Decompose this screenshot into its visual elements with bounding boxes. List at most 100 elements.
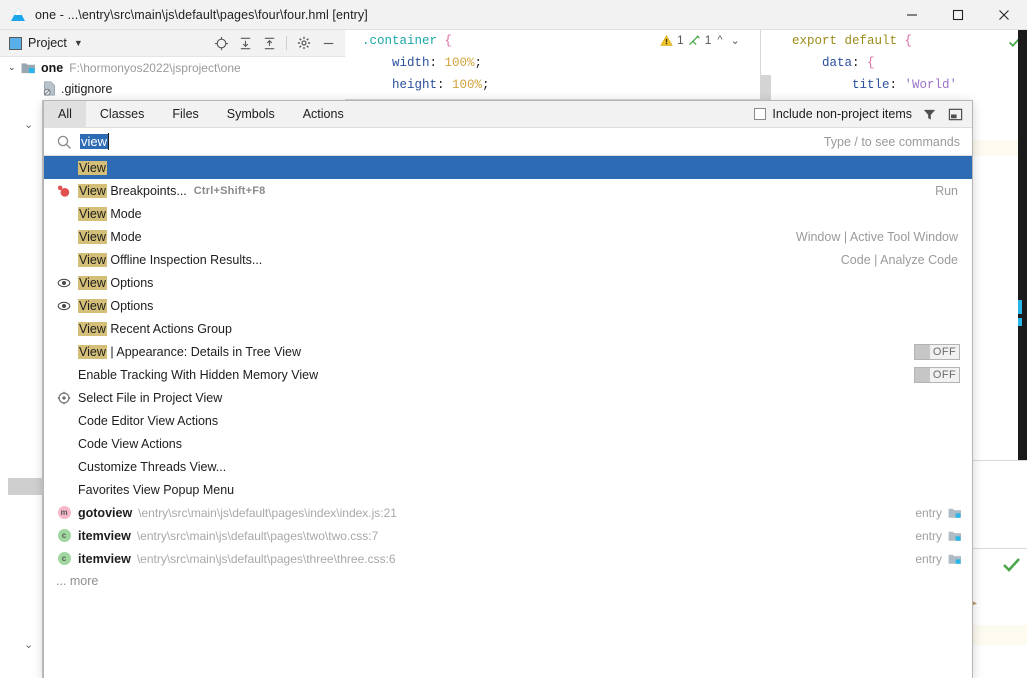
search-result-row[interactable]: View Breakpoints... Ctrl+Shift+F8 Run: [44, 179, 972, 202]
module-label: entry: [915, 528, 942, 543]
row-icon-placeholder: [56, 252, 72, 268]
locate-file-icon[interactable]: [210, 32, 232, 54]
search-result-file-row[interactable]: c itemview \entry\src\main\js\default\page…: [44, 547, 972, 570]
code-token: width: [362, 56, 430, 70]
search-result-row[interactable]: View: [44, 156, 972, 179]
next-problem-icon[interactable]: ⌄: [729, 34, 742, 47]
tab-files[interactable]: Files: [158, 101, 212, 128]
code-line: height: 100%;: [345, 74, 760, 96]
tree-node[interactable]: .gitignore: [0, 78, 345, 99]
module-folder-icon: [21, 61, 36, 74]
search-result-label: View Recent Actions Group: [78, 321, 232, 336]
tab-actions[interactable]: Actions: [289, 101, 358, 128]
tree-node-label: one: [41, 60, 64, 75]
collapse-all-icon[interactable]: [258, 32, 280, 54]
row-icon-placeholder: [56, 229, 72, 245]
editor-minimap-strip[interactable]: [1018, 30, 1027, 460]
tree-scrollbar-thumb[interactable]: [8, 478, 43, 495]
search-everywhere-input-row[interactable]: view Type / to see commands: [44, 128, 972, 156]
prev-problem-icon[interactable]: ^: [715, 34, 724, 46]
filter-funnel-icon[interactable]: [921, 106, 938, 123]
project-toolwindow-header: Project ▼: [0, 30, 345, 57]
tree-node[interactable]: ⌄ one F:\hormonyos2022\jsproject\one: [0, 57, 345, 78]
include-non-project-items-checkbox[interactable]: Include non-project items: [754, 107, 912, 121]
search-result-row[interactable]: View Mode: [44, 202, 972, 225]
search-result-row[interactable]: View Offline Inspection Results... Code |…: [44, 248, 972, 271]
search-result-row[interactable]: View Recent Actions Group: [44, 317, 972, 340]
chevron-down-icon-bottom[interactable]: ⌄: [24, 640, 33, 651]
search-result-path: \entry\src\main\js\default\pages\index\i…: [138, 505, 397, 520]
search-everywhere-popup: All Classes Files Symbols Actions Include no…: [43, 100, 973, 678]
gitignore-file-icon: [43, 81, 56, 96]
search-result-row[interactable]: Code Editor View Actions: [44, 409, 972, 432]
search-result-label: Enable Tracking With Hidden Memory View: [78, 367, 319, 382]
toggle-switch[interactable]: OFF: [914, 366, 960, 383]
title-bar: one - ...\entry\src\main\js\default\page…: [0, 0, 1027, 30]
search-result-label: Select File in Project View: [78, 390, 223, 405]
tree-node-path: F:\hormonyos2022\jsproject\one: [69, 60, 241, 75]
code-token: 100%: [444, 56, 475, 70]
match-highlight: View: [78, 321, 107, 336]
editor-highlight-stripe-2: [973, 625, 1027, 645]
method-badge-icon: m: [56, 505, 72, 521]
code-line: title: 'World': [775, 74, 1015, 96]
tab-symbols[interactable]: Symbols: [213, 101, 289, 128]
row-icon-placeholder: [56, 367, 72, 383]
search-icon: [57, 135, 71, 149]
match-highlight: View: [78, 206, 107, 221]
close-button[interactable]: [981, 0, 1027, 30]
code-token: 'World': [904, 78, 958, 92]
search-result-label: Code Editor View Actions: [78, 413, 219, 428]
search-result-row[interactable]: View | Appearance: Details in Tree View O…: [44, 340, 972, 363]
minimize-button[interactable]: [889, 0, 935, 30]
weak-warning-icon: [688, 34, 700, 45]
tab-all[interactable]: All: [44, 100, 86, 128]
window-title: one - ...\entry\src\main\js\default\page…: [35, 7, 368, 22]
checkbox-box[interactable]: [754, 108, 767, 120]
editor-scrollbar-thumb[interactable]: [761, 75, 771, 101]
search-result-row[interactable]: Select File in Project View: [44, 386, 972, 409]
inspection-status-widget[interactable]: 1 1 ^ ⌄: [660, 33, 742, 47]
chevron-down-icon-top[interactable]: ⌄: [24, 120, 33, 131]
search-result-row[interactable]: Code View Actions: [44, 432, 972, 455]
search-result-row[interactable]: Favorites View Popup Menu: [44, 478, 972, 501]
code-token: :: [437, 78, 453, 92]
tab-classes[interactable]: Classes: [86, 101, 158, 128]
hide-panel-icon[interactable]: [317, 32, 339, 54]
match-highlight: View: [78, 344, 107, 359]
search-result-row[interactable]: Enable Tracking With Hidden Memory View O…: [44, 363, 972, 386]
project-tree[interactable]: ⌄ one F:\hormonyos2022\jsproject\one .gitig…: [0, 57, 345, 100]
search-result-row[interactable]: View Options: [44, 294, 972, 317]
search-result-label: View Breakpoints...: [78, 183, 187, 198]
code-token: ;: [474, 56, 483, 70]
search-results-list[interactable]: View View Breakpoints... Ctrl+Shift+F8 Run V…: [44, 156, 972, 592]
module-folder-icon: [948, 530, 962, 542]
show-more-results[interactable]: ... more: [44, 570, 972, 592]
search-input[interactable]: view: [80, 133, 110, 150]
search-result-row[interactable]: View Mode Window | Active Tool Window: [44, 225, 972, 248]
search-result-file-row[interactable]: m gotoview \entry\src\main\js\default\page…: [44, 501, 972, 524]
project-toolwindow-title[interactable]: Project ▼: [9, 36, 83, 50]
eye-icon: [56, 275, 72, 291]
settings-gear-icon[interactable]: [293, 32, 315, 54]
toggle-switch[interactable]: OFF: [914, 343, 960, 360]
pin-window-icon[interactable]: [947, 106, 964, 123]
search-result-row[interactable]: Customize Threads View...: [44, 455, 972, 478]
row-icon-placeholder: [56, 459, 72, 475]
expand-all-icon[interactable]: [234, 32, 256, 54]
toggle-knob: [915, 367, 930, 382]
search-result-path: \entry\src\main\js\default\pages\three\t…: [136, 551, 396, 566]
module-label: entry: [915, 505, 942, 520]
editor-marker-cyan-2: [1018, 318, 1022, 326]
chevron-down-icon[interactable]: ⌄: [8, 63, 21, 72]
code-token: :: [889, 78, 905, 92]
left-gutter: ⌄ ⌄: [0, 100, 43, 678]
chevron-down-icon[interactable]: ▼: [74, 38, 83, 48]
search-input-value: view: [81, 134, 108, 149]
search-result-file-row[interactable]: c itemview \entry\src\main\js\default\page…: [44, 524, 972, 547]
maximize-button[interactable]: [935, 0, 981, 30]
search-result-row[interactable]: View Options: [44, 271, 972, 294]
toggle-state-label: OFF: [932, 368, 957, 381]
row-icon-placeholder: [56, 206, 72, 222]
include-non-project-items-label: Include non-project items: [772, 107, 912, 121]
